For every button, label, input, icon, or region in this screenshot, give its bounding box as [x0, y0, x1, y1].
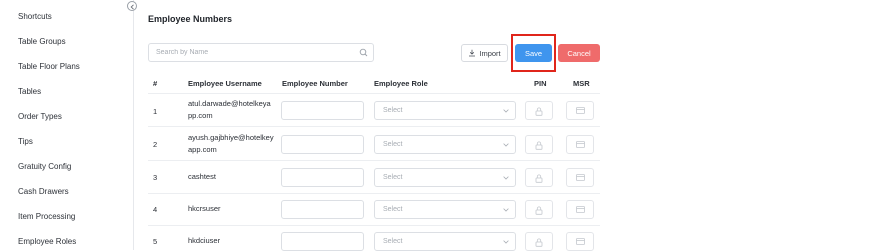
employee-role-select[interactable]: Select	[374, 232, 516, 251]
row-index: 5	[153, 237, 158, 246]
row-divider	[148, 225, 600, 226]
page-title: Employee Numbers	[148, 14, 233, 24]
employee-role-select-value: Select	[383, 174, 403, 181]
cancel-button[interactable]: Cancel	[558, 44, 600, 62]
row-divider	[148, 126, 600, 127]
sidebar-item-tips[interactable]: Tips	[18, 137, 33, 146]
card-icon	[576, 141, 585, 148]
chevron-down-icon	[503, 240, 509, 244]
sidebar-collapse-button[interactable]	[127, 1, 137, 11]
card-icon	[576, 206, 585, 213]
employee-role-select[interactable]: Select	[374, 168, 516, 187]
column-header-msr: MSR	[573, 79, 590, 88]
lock-icon	[535, 174, 543, 183]
row-username: hkdciuser	[188, 236, 221, 245]
import-button[interactable]: Import	[461, 44, 508, 62]
employee-role-select[interactable]: Select	[374, 200, 516, 219]
header-divider	[148, 93, 600, 94]
chevron-down-icon	[503, 143, 509, 147]
employee-role-select[interactable]: Select	[374, 101, 516, 120]
lock-icon	[535, 238, 543, 247]
sidebar-item-table-floor-plans[interactable]: Table Floor Plans	[18, 62, 80, 71]
column-header-employee-number: Employee Number	[282, 79, 348, 88]
row-index: 1	[153, 107, 158, 116]
sidebar-item-item-processing[interactable]: Item Processing	[18, 212, 75, 221]
row-index: 3	[153, 173, 158, 182]
pin-button[interactable]	[525, 101, 553, 120]
chevron-left-icon	[130, 3, 134, 10]
pin-button[interactable]	[525, 168, 553, 187]
employee-role-select[interactable]: Select	[374, 135, 516, 154]
chevron-down-icon	[503, 208, 509, 212]
search-input[interactable]	[156, 44, 356, 61]
sidebar-item-shortcuts[interactable]: Shortcuts	[18, 12, 52, 21]
chevron-down-icon	[503, 176, 509, 180]
sidebar-item-gratuity-config[interactable]: Gratuity Config	[18, 162, 71, 171]
msr-button[interactable]	[566, 168, 594, 187]
row-divider	[148, 193, 600, 194]
pin-button[interactable]	[525, 135, 553, 154]
download-icon	[469, 49, 476, 57]
row-username: cashtest	[188, 172, 216, 181]
row-divider	[148, 160, 600, 161]
column-header-pin: PIN	[534, 79, 547, 88]
employee-role-select-value: Select	[383, 107, 403, 114]
row-index: 2	[153, 140, 158, 149]
employee-role-select-value: Select	[383, 141, 403, 148]
card-icon	[576, 174, 585, 181]
sidebar: Shortcuts Table Groups Table Floor Plans…	[0, 0, 134, 250]
msr-button[interactable]	[566, 135, 594, 154]
row-username: ayush.gajbhiye@hotelkeyapp.com	[188, 133, 274, 154]
sidebar-item-table-groups[interactable]: Table Groups	[18, 37, 66, 46]
lock-icon	[535, 107, 543, 116]
card-icon	[576, 107, 585, 114]
msr-button[interactable]	[566, 200, 594, 219]
search-icon	[359, 48, 368, 57]
employee-number-input[interactable]	[281, 168, 364, 187]
lock-icon	[535, 141, 543, 150]
lock-icon	[535, 206, 543, 215]
column-header-employee-role: Employee Role	[374, 79, 428, 88]
sidebar-item-order-types[interactable]: Order Types	[18, 112, 62, 121]
employee-role-select-value: Select	[383, 206, 403, 213]
pin-button[interactable]	[525, 200, 553, 219]
save-button[interactable]: Save	[515, 44, 552, 62]
employee-number-input[interactable]	[281, 135, 364, 154]
sidebar-item-cash-drawers[interactable]: Cash Drawers	[18, 187, 69, 196]
row-index: 4	[153, 205, 158, 214]
chevron-down-icon	[503, 109, 509, 113]
employee-role-select-value: Select	[383, 238, 403, 245]
employee-number-input[interactable]	[281, 101, 364, 120]
search-field[interactable]	[148, 43, 374, 62]
sidebar-item-tables[interactable]: Tables	[18, 87, 41, 96]
row-username: hkcrsuser	[188, 204, 221, 213]
row-username: atul.darwade@hotelkeyapp.com	[188, 99, 271, 120]
column-header-number-sign: #	[153, 79, 158, 88]
sidebar-item-employee-roles[interactable]: Employee Roles	[18, 237, 76, 246]
employee-number-input[interactable]	[281, 232, 364, 251]
import-button-label: Import	[479, 48, 501, 58]
pin-button[interactable]	[525, 232, 553, 251]
msr-button[interactable]	[566, 101, 594, 120]
card-icon	[576, 238, 585, 245]
employee-number-input[interactable]	[281, 200, 364, 219]
msr-button[interactable]	[566, 232, 594, 251]
column-header-username: Employee Username	[188, 79, 262, 88]
